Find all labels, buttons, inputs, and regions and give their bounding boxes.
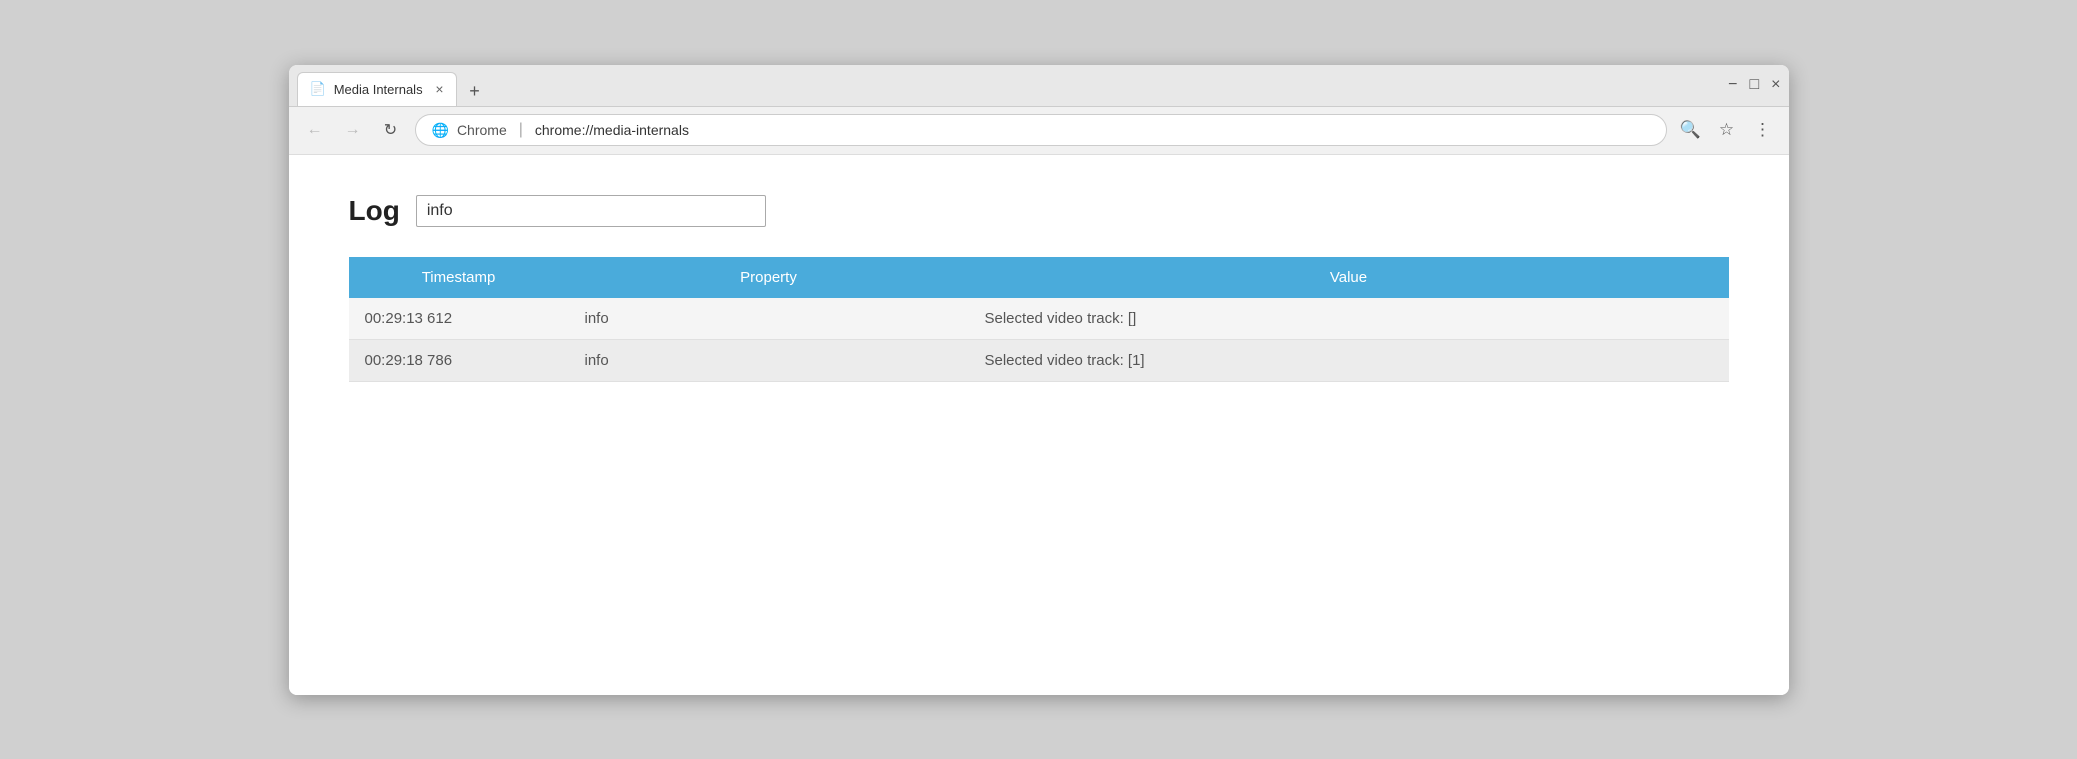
browser-window: 📄 Media Internals × + − □ × ← → ↻ 🌐 Chro… <box>289 65 1789 695</box>
table-body: 00:29:13 612infoSelected video track: []… <box>349 298 1729 382</box>
log-label: Log <box>349 195 400 227</box>
address-bar: ← → ↻ 🌐 Chrome | chrome://media-internal… <box>289 107 1789 155</box>
log-table: Timestamp Property Value 00:29:13 612inf… <box>349 257 1729 382</box>
maximize-button[interactable]: □ <box>1749 77 1759 93</box>
menu-button[interactable]: ⋮ <box>1749 116 1777 144</box>
table-header-row: Timestamp Property Value <box>349 257 1729 298</box>
url-domain: Chrome <box>457 122 507 138</box>
cell-value: Selected video track: [1] <box>969 339 1729 381</box>
cell-property: info <box>569 339 969 381</box>
window-controls: − □ × <box>1728 77 1780 93</box>
table-row: 00:29:18 786infoSelected video track: [1… <box>349 339 1729 381</box>
cell-value: Selected video track: [] <box>969 298 1729 340</box>
url-path: chrome://media-internals <box>535 122 689 138</box>
cell-property: info <box>569 298 969 340</box>
cell-timestamp: 00:29:18 786 <box>349 339 569 381</box>
back-button[interactable]: ← <box>301 116 329 144</box>
col-property: Property <box>569 257 969 298</box>
page-content: Log Timestamp Property Value 00:29:13 61… <box>289 155 1789 695</box>
bookmark-button[interactable]: ☆ <box>1713 116 1741 144</box>
log-filter-input[interactable] <box>416 195 766 227</box>
log-section: Log <box>349 195 1729 227</box>
forward-button[interactable]: → <box>339 116 367 144</box>
address-actions: 🔍 ☆ ⋮ <box>1677 116 1777 144</box>
col-timestamp: Timestamp <box>349 257 569 298</box>
title-bar: 📄 Media Internals × + − □ × <box>289 65 1789 107</box>
security-icon: 🌐 <box>432 122 449 139</box>
search-zoom-button[interactable]: 🔍 <box>1677 116 1705 144</box>
tab-title: Media Internals <box>334 82 423 97</box>
col-value: Value <box>969 257 1729 298</box>
active-tab[interactable]: 📄 Media Internals × <box>297 72 457 106</box>
close-button[interactable]: × <box>1771 77 1780 93</box>
table-header: Timestamp Property Value <box>349 257 1729 298</box>
url-bar[interactable]: 🌐 Chrome | chrome://media-internals <box>415 114 1667 146</box>
table-row: 00:29:13 612infoSelected video track: [] <box>349 298 1729 340</box>
tab-area: 📄 Media Internals × + <box>297 65 1721 106</box>
minimize-button[interactable]: − <box>1728 77 1737 93</box>
new-tab-button[interactable]: + <box>461 78 489 106</box>
reload-button[interactable]: ↻ <box>377 116 405 144</box>
cell-timestamp: 00:29:13 612 <box>349 298 569 340</box>
tab-page-icon: 📄 <box>310 81 326 97</box>
url-separator: | <box>519 121 523 139</box>
tab-close-button[interactable]: × <box>435 81 443 97</box>
